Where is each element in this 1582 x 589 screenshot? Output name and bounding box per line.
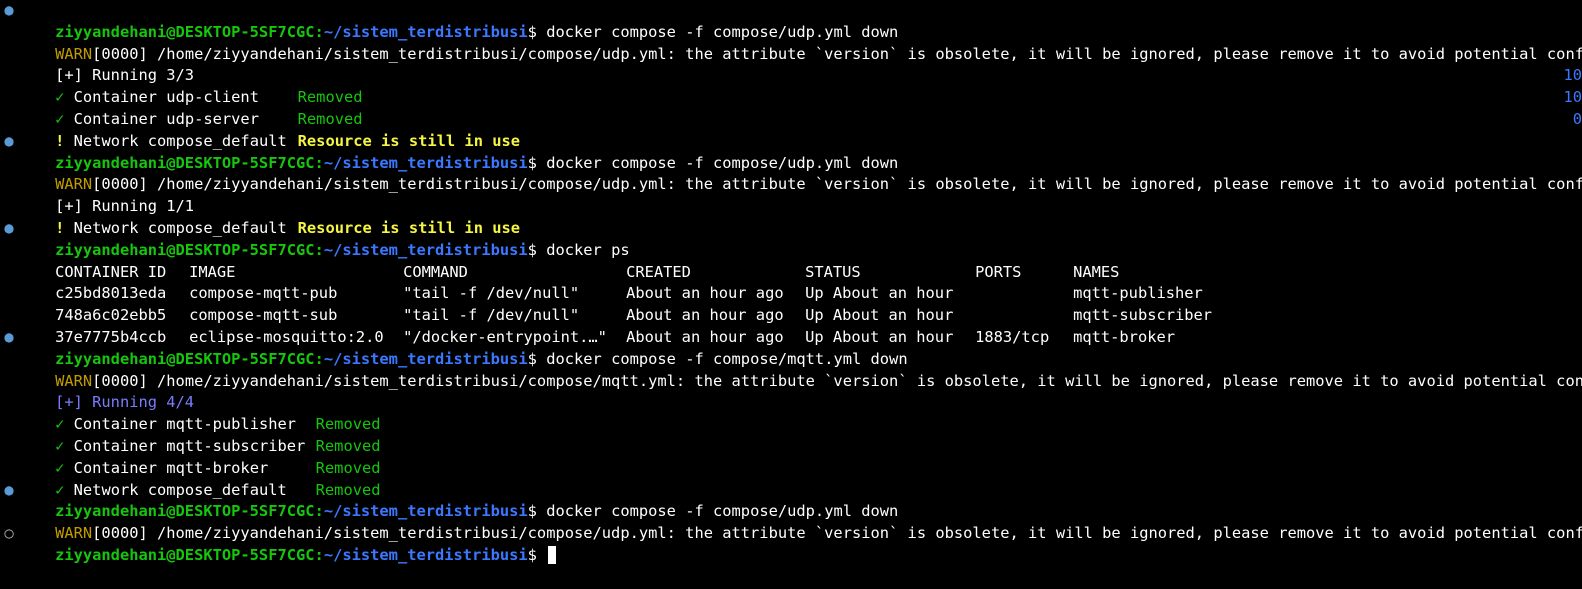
terminal-line: ✓ Container mqtt-publisher Removed bbox=[0, 392, 1582, 433]
terminal-line: ● ziyyandehani@DESKTOP-5SF7CGC:~/sistem_t… bbox=[0, 131, 1582, 172]
terminal-line: WARN[0000] /home/ziyyandehani/sistem_ter… bbox=[0, 22, 1582, 63]
terminal-line: [+] Running 1/1 bbox=[0, 174, 1582, 215]
terminal-line: ● ziyyandehani@DESKTOP-5SF7CGC:~/sistem_t… bbox=[0, 0, 1582, 41]
command-status-dot-icon[interactable]: ● bbox=[3, 131, 15, 153]
terminal-window[interactable]: ● ziyyandehani@DESKTOP-5SF7CGC:~/sistem_t… bbox=[0, 0, 1582, 565]
elapsed-time: 0 bbox=[1572, 109, 1582, 128]
terminal-line: [+] Running 4/4 bbox=[0, 371, 1582, 411]
terminal-line: ● ziyyandehani@DESKTOP-5SF7CGC:~/sistem_t… bbox=[0, 480, 1582, 521]
table-row: 748a6c02ebb5 compose-mqtt-sub "tail -f /de… bbox=[0, 283, 1582, 324]
terminal-line: ✓ Network compose_default Removed bbox=[0, 458, 1582, 499]
terminal-line: ✓ Container udp-client Removed 10 bbox=[0, 65, 1582, 106]
terminal-line: ● ziyyandehani@DESKTOP-5SF7CGC:~/sistem_t… bbox=[0, 327, 1582, 368]
table-row: 37e7775b4ccb eclipse-mosquitto:2.0 "/docke… bbox=[0, 305, 1582, 346]
empty-status-dot-icon: ○ bbox=[4, 524, 14, 543]
elapsed-time: 10 bbox=[1563, 88, 1582, 107]
terminal-line: ✓ Container mqtt-broker Removed bbox=[0, 436, 1582, 477]
terminal-line: [+] Running 3/3 bbox=[0, 44, 1582, 84]
terminal-input-line[interactable]: ○ ziyyandehani@DESKTOP-5SF7CGC:~/sistem_t… bbox=[0, 523, 1582, 565]
terminal-line: ! Network compose_default Resource is sti… bbox=[0, 109, 1582, 150]
command-status-dot-icon[interactable]: ● bbox=[3, 327, 15, 349]
terminal-line: WARN[0000] /home/ziyyandehani/sistem_ter… bbox=[0, 501, 1582, 542]
terminal-line: WARN[0000] /home/ziyyandehani/sistem_ter… bbox=[0, 153, 1582, 193]
command-status-dot-icon[interactable]: ● bbox=[3, 218, 15, 240]
terminal-line: ✓ Container udp-server Removed 10 bbox=[0, 87, 1582, 128]
command-status-dot-icon[interactable]: ● bbox=[3, 0, 15, 22]
text-cursor[interactable] bbox=[548, 546, 557, 565]
terminal-line: ✓ Container mqtt-subscriber Removed bbox=[0, 414, 1582, 455]
terminal-line: ! Network compose_default Resource is sti… bbox=[0, 196, 1582, 237]
elapsed-time: 10 bbox=[1563, 66, 1582, 85]
terminal-line: WARN[0000] /home/ziyyandehani/sistem_ter… bbox=[0, 349, 1582, 390]
ps-table-header: CONTAINER ID IMAGE COMMAND CREATED STATUS POR… bbox=[0, 240, 1582, 281]
terminal-line: ● ziyyandehani@DESKTOP-5SF7CGC:~/sistem_t… bbox=[0, 218, 1582, 259]
table-row: c25bd8013eda compose-mqtt-pub "tail -f /de… bbox=[0, 262, 1582, 302]
command-status-dot-icon[interactable]: ● bbox=[3, 480, 15, 502]
